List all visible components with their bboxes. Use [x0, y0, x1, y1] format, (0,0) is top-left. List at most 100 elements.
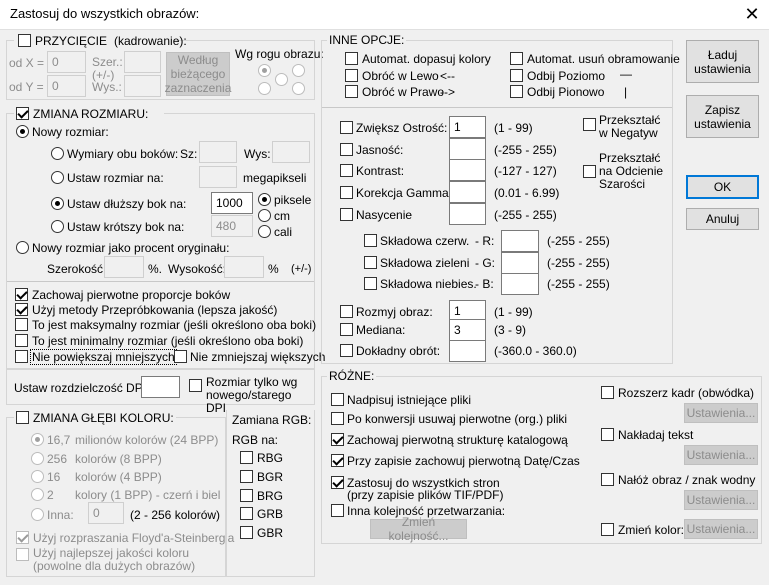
load-settings-button[interactable]: Ładuj ustawienia: [686, 40, 759, 83]
green-channel-input[interactable]: [501, 252, 539, 274]
depth-8bpp-radio[interactable]: [31, 452, 44, 465]
rgb-grb-checkbox[interactable]: [240, 507, 253, 520]
rgb-gbr-checkbox[interactable]: [240, 526, 253, 539]
both-sides-radio[interactable]: [51, 147, 64, 160]
grayscale-checkbox[interactable]: [583, 165, 596, 178]
depth-4bpp-radio[interactable]: [31, 470, 44, 483]
no-enlarge-checkbox[interactable]: [15, 350, 28, 363]
auto-border-checkbox[interactable]: [510, 52, 523, 65]
keep-folders-checkbox[interactable]: [331, 433, 344, 446]
brightness-checkbox[interactable]: [340, 143, 353, 156]
unit-inch-radio[interactable]: [258, 225, 271, 238]
shorter-side-input[interactable]: 480: [211, 215, 253, 237]
text-settings-button[interactable]: Ustawienia...: [684, 445, 758, 465]
change-color-checkbox[interactable]: [601, 523, 614, 536]
overwrite-checkbox[interactable]: [331, 393, 344, 406]
exact-rotate-input[interactable]: [449, 340, 486, 362]
rgb-bgr-checkbox[interactable]: [240, 470, 253, 483]
median-checkbox[interactable]: [340, 323, 353, 336]
resize-checkbox[interactable]: [16, 107, 29, 120]
all-pages-checkbox[interactable]: [331, 476, 344, 489]
blur-checkbox[interactable]: [340, 305, 353, 318]
other-order-checkbox[interactable]: [331, 504, 344, 517]
percent-height-input[interactable]: [224, 256, 264, 278]
depth-24bpp-radio[interactable]: [31, 433, 44, 446]
percent-width-input[interactable]: [104, 256, 144, 278]
corner-top-left-radio[interactable]: [258, 64, 271, 77]
watermark-checkbox[interactable]: [601, 473, 614, 486]
crop-height-input[interactable]: [124, 75, 161, 97]
keep-ratio-checkbox[interactable]: [15, 288, 28, 301]
canvas-checkbox[interactable]: [601, 386, 614, 399]
saturation-checkbox[interactable]: [340, 208, 353, 221]
median-label: Mediana:: [356, 323, 406, 337]
color-depth-checkbox[interactable]: [16, 411, 29, 424]
red-channel-checkbox[interactable]: [364, 234, 377, 247]
sharpen-checkbox[interactable]: [340, 121, 353, 134]
longer-side-input[interactable]: 1000: [211, 192, 253, 214]
both-height-input[interactable]: [272, 141, 310, 163]
megapixels-input[interactable]: [199, 166, 237, 188]
save-settings-button[interactable]: Zapisz ustawienia: [686, 95, 759, 138]
crop-checkbox[interactable]: [18, 34, 31, 47]
median-input[interactable]: 3: [449, 319, 486, 341]
contrast-checkbox[interactable]: [340, 164, 353, 177]
green-channel-checkbox[interactable]: [364, 256, 377, 269]
rgb-brg-checkbox[interactable]: [240, 489, 253, 502]
blue-channel-input[interactable]: [501, 273, 539, 295]
flip-horizontal-checkbox[interactable]: [510, 69, 523, 82]
new-size-radio[interactable]: [16, 125, 29, 138]
rgb-rbg-checkbox[interactable]: [240, 451, 253, 464]
best-quality-checkbox[interactable]: [16, 548, 29, 561]
corner-bottom-right-radio[interactable]: [292, 82, 305, 95]
red-channel-input[interactable]: [501, 230, 539, 252]
corner-top-right-radio[interactable]: [292, 64, 305, 77]
crop-x-input[interactable]: 0: [47, 51, 86, 73]
max-size-checkbox[interactable]: [15, 318, 28, 331]
delete-original-checkbox[interactable]: [331, 412, 344, 425]
change-color-settings-button[interactable]: Ustawienia...: [684, 519, 758, 539]
rotate-right-checkbox[interactable]: [345, 85, 358, 98]
watermark-settings-button[interactable]: Ustawienia...: [684, 490, 758, 510]
gamma-checkbox[interactable]: [340, 186, 353, 199]
dpi-input[interactable]: [141, 376, 180, 398]
rotate-left-checkbox[interactable]: [345, 69, 358, 82]
no-shrink-checkbox[interactable]: [174, 350, 187, 363]
depth-other-radio[interactable]: [31, 508, 44, 521]
unit-cm-radio[interactable]: [258, 209, 271, 222]
depth-1bpp-radio[interactable]: [31, 488, 44, 501]
blue-channel-checkbox[interactable]: [364, 277, 377, 290]
unit-pixels-radio[interactable]: [258, 193, 271, 206]
longer-side-radio[interactable]: [51, 197, 64, 210]
auto-colors-checkbox[interactable]: [345, 52, 358, 65]
dpi-only-checkbox[interactable]: [189, 379, 202, 392]
both-width-input[interactable]: [199, 141, 237, 163]
canvas-settings-button[interactable]: Ustawienia...: [684, 403, 758, 423]
shorter-side-radio[interactable]: [51, 220, 64, 233]
crop-width-input[interactable]: [124, 51, 161, 73]
depth-other-input[interactable]: 0: [88, 502, 124, 524]
negative-checkbox[interactable]: [583, 118, 596, 131]
contrast-input[interactable]: [449, 159, 486, 181]
resample-checkbox[interactable]: [15, 303, 28, 316]
close-icon[interactable]: ✕: [738, 2, 766, 28]
cancel-button[interactable]: Anuluj: [686, 208, 759, 230]
sharpen-input[interactable]: 1: [449, 116, 486, 138]
keep-date-checkbox[interactable]: [331, 454, 344, 467]
change-order-button[interactable]: Zmień kolejność...: [370, 515, 467, 543]
percent-size-radio[interactable]: [16, 241, 29, 254]
flip-vertical-checkbox[interactable]: [510, 85, 523, 98]
crop-y-input[interactable]: 0: [47, 75, 86, 97]
corner-center-radio[interactable]: [275, 73, 288, 86]
exact-rotate-checkbox[interactable]: [340, 344, 353, 357]
dither-checkbox[interactable]: [16, 531, 29, 544]
saturation-input[interactable]: [449, 203, 486, 225]
min-size-checkbox[interactable]: [15, 334, 28, 347]
gamma-input[interactable]: [449, 181, 486, 203]
by-current-selection-button[interactable]: Według bieżącego zaznaczenia: [165, 52, 231, 96]
text-checkbox[interactable]: [601, 428, 614, 441]
brightness-input[interactable]: [449, 138, 486, 160]
corner-bottom-left-radio[interactable]: [258, 82, 271, 95]
ok-button[interactable]: OK: [686, 175, 759, 199]
set-size-radio[interactable]: [51, 171, 64, 184]
